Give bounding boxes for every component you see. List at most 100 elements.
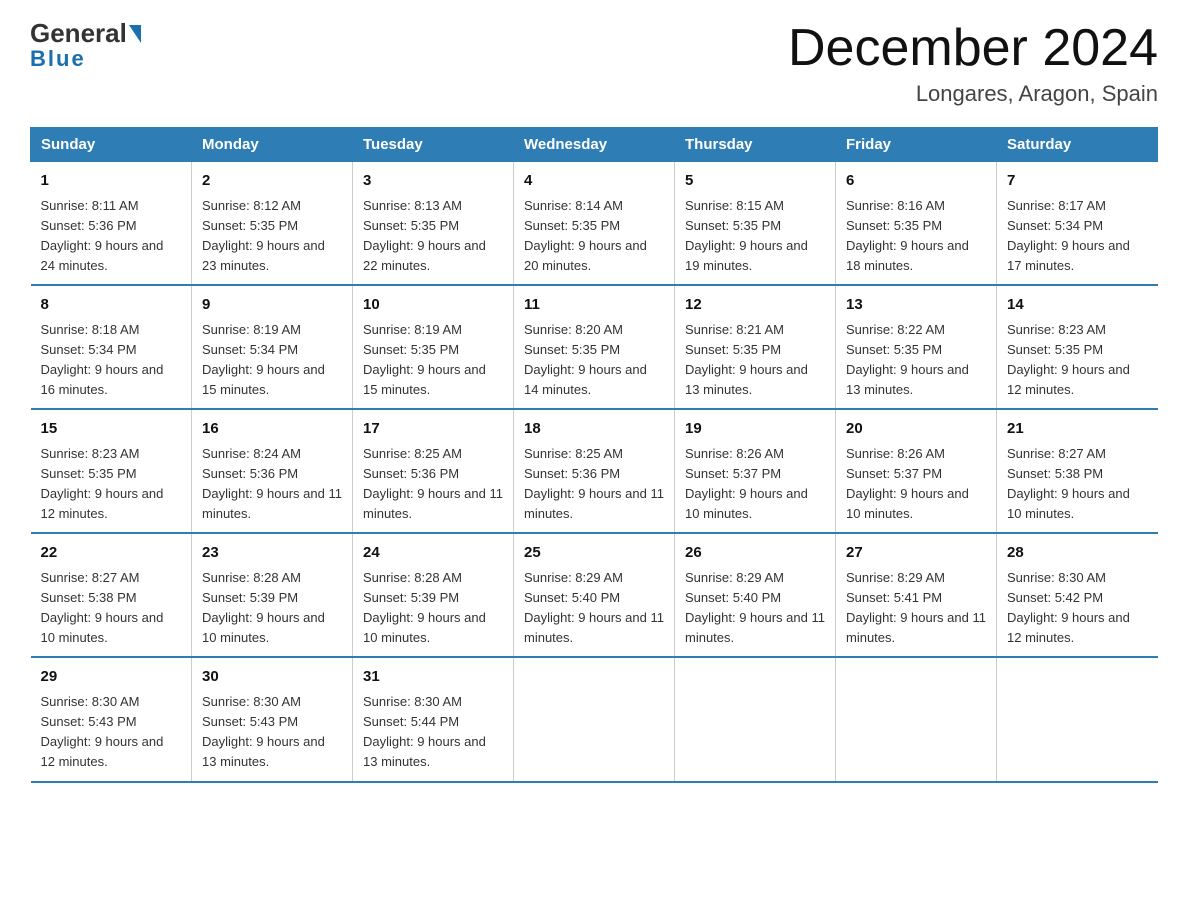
day-number: 2: [202, 170, 342, 193]
calendar-cell: 30 Sunrise: 8:30 AMSunset: 5:43 PMDayligh…: [192, 657, 353, 781]
calendar-cell: 21 Sunrise: 8:27 AMSunset: 5:38 PMDayligh…: [997, 409, 1158, 533]
calendar-cell: 25 Sunrise: 8:29 AMSunset: 5:40 PMDayligh…: [514, 533, 675, 657]
calendar-cell: 14 Sunrise: 8:23 AMSunset: 5:35 PMDayligh…: [997, 285, 1158, 409]
cell-content: Sunrise: 8:17 AMSunset: 5:34 PMDaylight:…: [1007, 198, 1130, 273]
day-number: 31: [363, 666, 503, 689]
day-number: 4: [524, 170, 664, 193]
calendar-cell: 22Sunrise: 8:27 AMSunset: 5:38 PMDayligh…: [31, 533, 192, 657]
calendar-cell: 8Sunrise: 8:18 AMSunset: 5:34 PMDaylight…: [31, 285, 192, 409]
cell-content: Sunrise: 8:30 AMSunset: 5:43 PMDaylight:…: [202, 694, 325, 769]
day-number: 16: [202, 418, 342, 441]
day-number: 14: [1007, 294, 1148, 317]
cell-content: Sunrise: 8:29 AMSunset: 5:40 PMDaylight:…: [524, 570, 664, 645]
day-number: 7: [1007, 170, 1148, 193]
calendar-cell: 11 Sunrise: 8:20 AMSunset: 5:35 PMDayligh…: [514, 285, 675, 409]
calendar-week-row: 29Sunrise: 8:30 AMSunset: 5:43 PMDayligh…: [31, 657, 1158, 781]
calendar-week-row: 22Sunrise: 8:27 AMSunset: 5:38 PMDayligh…: [31, 533, 1158, 657]
cell-content: Sunrise: 8:11 AMSunset: 5:36 PMDaylight:…: [41, 198, 164, 273]
calendar-cell: 12 Sunrise: 8:21 AMSunset: 5:35 PMDayligh…: [675, 285, 836, 409]
cell-content: Sunrise: 8:21 AMSunset: 5:35 PMDaylight:…: [685, 322, 808, 397]
cell-content: Sunrise: 8:23 AMSunset: 5:35 PMDaylight:…: [41, 446, 164, 521]
day-number: 20: [846, 418, 986, 441]
cell-content: Sunrise: 8:30 AMSunset: 5:44 PMDaylight:…: [363, 694, 486, 769]
day-number: 5: [685, 170, 825, 193]
calendar-cell: 24 Sunrise: 8:28 AMSunset: 5:39 PMDayligh…: [353, 533, 514, 657]
location-subtitle: Longares, Aragon, Spain: [788, 81, 1158, 107]
calendar-cell: 7 Sunrise: 8:17 AMSunset: 5:34 PMDaylight…: [997, 162, 1158, 286]
cell-content: Sunrise: 8:25 AMSunset: 5:36 PMDaylight:…: [524, 446, 664, 521]
calendar-day-header: Monday: [192, 128, 353, 162]
calendar-cell: 18 Sunrise: 8:25 AMSunset: 5:36 PMDayligh…: [514, 409, 675, 533]
page-title: December 2024: [788, 20, 1158, 77]
day-number: 6: [846, 170, 986, 193]
calendar-cell: 6 Sunrise: 8:16 AMSunset: 5:35 PMDaylight…: [836, 162, 997, 286]
calendar-cell: 15 Sunrise: 8:23 AMSunset: 5:35 PMDayligh…: [31, 409, 192, 533]
day-number: 1: [41, 170, 182, 193]
calendar-cell: 5 Sunrise: 8:15 AMSunset: 5:35 PMDaylight…: [675, 162, 836, 286]
logo-triangle-icon: [129, 25, 141, 43]
calendar-cell: [514, 657, 675, 781]
calendar-cell: 9Sunrise: 8:19 AMSunset: 5:34 PMDaylight…: [192, 285, 353, 409]
cell-content: Sunrise: 8:20 AMSunset: 5:35 PMDaylight:…: [524, 322, 647, 397]
calendar-cell: [836, 657, 997, 781]
day-number: 12: [685, 294, 825, 317]
calendar-cell: 28Sunrise: 8:30 AMSunset: 5:42 PMDayligh…: [997, 533, 1158, 657]
day-number: 19: [685, 418, 825, 441]
calendar-week-row: 15 Sunrise: 8:23 AMSunset: 5:35 PMDayligh…: [31, 409, 1158, 533]
calendar-cell: 31 Sunrise: 8:30 AMSunset: 5:44 PMDayligh…: [353, 657, 514, 781]
day-number: 9: [202, 294, 342, 317]
day-number: 24: [363, 542, 503, 565]
cell-content: Sunrise: 8:12 AMSunset: 5:35 PMDaylight:…: [202, 198, 325, 273]
calendar-cell: 19 Sunrise: 8:26 AMSunset: 5:37 PMDayligh…: [675, 409, 836, 533]
cell-content: Sunrise: 8:27 AMSunset: 5:38 PMDaylight:…: [1007, 446, 1130, 521]
logo-blue: Blue: [30, 46, 86, 72]
calendar-day-header: Friday: [836, 128, 997, 162]
cell-content: Sunrise: 8:26 AMSunset: 5:37 PMDaylight:…: [846, 446, 969, 521]
calendar-day-header: Tuesday: [353, 128, 514, 162]
cell-content: Sunrise: 8:23 AMSunset: 5:35 PMDaylight:…: [1007, 322, 1130, 397]
calendar-cell: 26Sunrise: 8:29 AMSunset: 5:40 PMDayligh…: [675, 533, 836, 657]
calendar-cell: 23 Sunrise: 8:28 AMSunset: 5:39 PMDayligh…: [192, 533, 353, 657]
cell-content: Sunrise: 8:16 AMSunset: 5:35 PMDaylight:…: [846, 198, 969, 273]
day-number: 11: [524, 294, 664, 317]
day-number: 18: [524, 418, 664, 441]
day-number: 23: [202, 542, 342, 565]
day-number: 27: [846, 542, 986, 565]
calendar-header-row: SundayMondayTuesdayWednesdayThursdayFrid…: [31, 128, 1158, 162]
calendar-cell: 29Sunrise: 8:30 AMSunset: 5:43 PMDayligh…: [31, 657, 192, 781]
calendar-cell: 4Sunrise: 8:14 AMSunset: 5:35 PMDaylight…: [514, 162, 675, 286]
calendar-cell: 16 Sunrise: 8:24 AMSunset: 5:36 PMDayligh…: [192, 409, 353, 533]
calendar-day-header: Thursday: [675, 128, 836, 162]
day-number: 21: [1007, 418, 1148, 441]
calendar-cell: 10 Sunrise: 8:19 AMSunset: 5:35 PMDayligh…: [353, 285, 514, 409]
day-number: 15: [41, 418, 182, 441]
cell-content: Sunrise: 8:27 AMSunset: 5:38 PMDaylight:…: [41, 570, 164, 645]
cell-content: Sunrise: 8:19 AMSunset: 5:35 PMDaylight:…: [363, 322, 486, 397]
calendar-cell: 20 Sunrise: 8:26 AMSunset: 5:37 PMDayligh…: [836, 409, 997, 533]
day-number: 8: [41, 294, 182, 317]
day-number: 13: [846, 294, 986, 317]
cell-content: Sunrise: 8:15 AMSunset: 5:35 PMDaylight:…: [685, 198, 808, 273]
calendar-day-header: Wednesday: [514, 128, 675, 162]
day-number: 28: [1007, 542, 1148, 565]
cell-content: Sunrise: 8:29 AMSunset: 5:40 PMDaylight:…: [685, 570, 825, 645]
logo: General Blue: [30, 20, 141, 72]
day-number: 3: [363, 170, 503, 193]
day-number: 17: [363, 418, 503, 441]
calendar-cell: 27Sunrise: 8:29 AMSunset: 5:41 PMDayligh…: [836, 533, 997, 657]
cell-content: Sunrise: 8:22 AMSunset: 5:35 PMDaylight:…: [846, 322, 969, 397]
day-number: 10: [363, 294, 503, 317]
calendar-day-header: Saturday: [997, 128, 1158, 162]
calendar-cell: 13 Sunrise: 8:22 AMSunset: 5:35 PMDayligh…: [836, 285, 997, 409]
day-number: 25: [524, 542, 664, 565]
calendar-table: SundayMondayTuesdayWednesdayThursdayFrid…: [30, 127, 1158, 782]
cell-content: Sunrise: 8:28 AMSunset: 5:39 PMDaylight:…: [363, 570, 486, 645]
page-header: General Blue December 2024 Longares, Ara…: [30, 20, 1158, 107]
day-number: 30: [202, 666, 342, 689]
cell-content: Sunrise: 8:24 AMSunset: 5:36 PMDaylight:…: [202, 446, 342, 521]
calendar-cell: 17Sunrise: 8:25 AMSunset: 5:36 PMDayligh…: [353, 409, 514, 533]
cell-content: Sunrise: 8:30 AMSunset: 5:43 PMDaylight:…: [41, 694, 164, 769]
cell-content: Sunrise: 8:28 AMSunset: 5:39 PMDaylight:…: [202, 570, 325, 645]
cell-content: Sunrise: 8:26 AMSunset: 5:37 PMDaylight:…: [685, 446, 808, 521]
calendar-cell: 3Sunrise: 8:13 AMSunset: 5:35 PMDaylight…: [353, 162, 514, 286]
